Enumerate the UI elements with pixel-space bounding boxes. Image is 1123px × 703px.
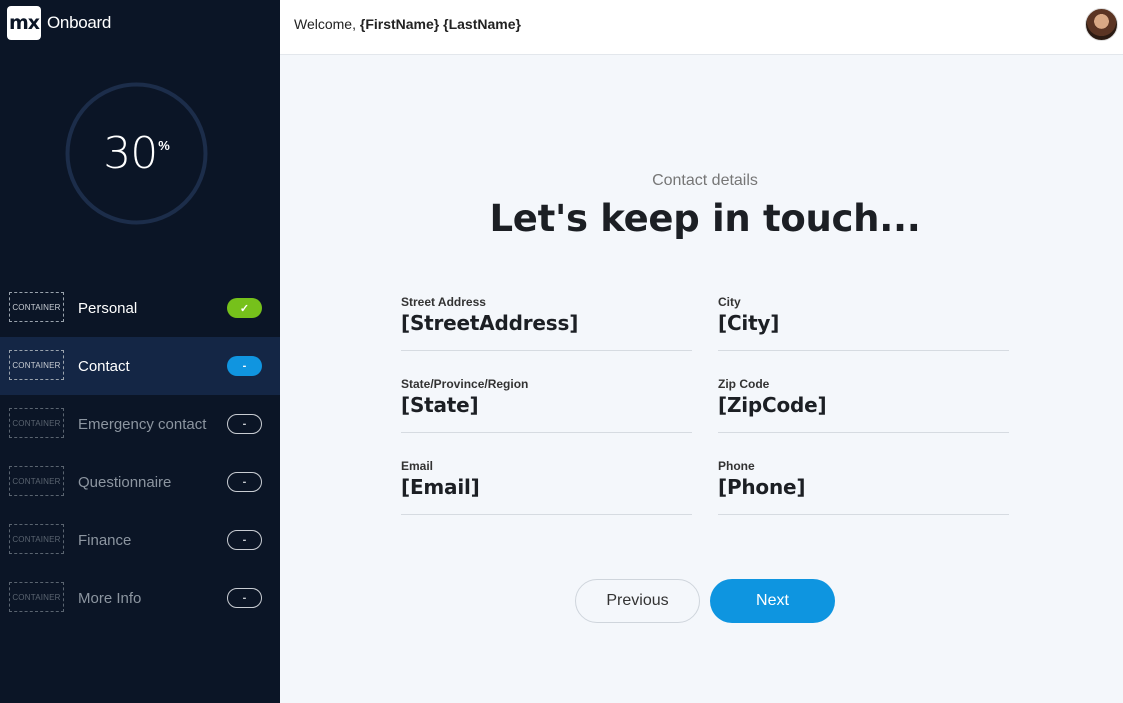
nav-item-label: Emergency contact	[78, 415, 207, 433]
progress-ring: 30 %	[65, 82, 208, 225]
welcome-prefix: Welcome,	[294, 16, 356, 32]
previous-button[interactable]: Previous	[575, 579, 700, 623]
container-placeholder: CONTAINER	[9, 582, 64, 612]
field-label: State/Province/Region	[401, 377, 529, 391]
field-value[interactable]: [StreetAddress]	[401, 311, 578, 335]
nav-item-personal[interactable]: CONTAINER Personal ✓	[0, 279, 280, 337]
progress-value: 30	[103, 128, 158, 179]
sidebar: mx Onboard 30 % CONTAINER Personal ✓ CON…	[0, 0, 280, 703]
avatar[interactable]	[1085, 8, 1118, 41]
section-subtitle: Contact details	[652, 172, 758, 189]
field-value[interactable]: [State]	[401, 393, 479, 417]
field-value[interactable]: [City]	[718, 311, 779, 335]
progress-readout: 30 %	[65, 82, 208, 225]
top-bar: Welcome, {FirstName} {LastName}	[280, 0, 1123, 55]
field-label: Street Address	[401, 295, 486, 309]
check-icon: ✓	[227, 298, 262, 318]
user-name: {FirstName} {LastName}	[359, 16, 521, 32]
field-value[interactable]: [ZipCode]	[718, 393, 827, 417]
status-badge: -	[227, 472, 262, 492]
nav-item-label: Finance	[78, 531, 132, 549]
welcome-message: Welcome, {FirstName} {LastName}	[294, 16, 521, 32]
city-field[interactable]: City [City]	[718, 295, 1009, 351]
nav-item-label: Questionnaire	[78, 473, 172, 491]
nav-item-finance[interactable]: CONTAINER Finance -	[0, 511, 280, 569]
nav-item-questionnaire[interactable]: CONTAINER Questionnaire -	[0, 453, 280, 511]
nav-item-label: More Info	[78, 589, 142, 607]
field-value[interactable]: [Phone]	[718, 475, 806, 499]
step-nav: CONTAINER Personal ✓ CONTAINER Contact -…	[0, 279, 280, 627]
email-field[interactable]: Email [Email]	[401, 459, 692, 515]
status-badge: -	[227, 414, 262, 434]
main-content: Contact details Let's keep in touch... S…	[280, 55, 1123, 703]
page-title: Let's keep in touch...	[489, 197, 921, 240]
nav-item-contact[interactable]: CONTAINER Contact -	[0, 337, 280, 395]
status-badge: -	[227, 530, 262, 550]
street-address-field[interactable]: Street Address [StreetAddress]	[401, 295, 692, 351]
state-field[interactable]: State/Province/Region [State]	[401, 377, 692, 433]
status-badge: -	[227, 356, 262, 376]
brand[interactable]: mx Onboard	[7, 6, 111, 40]
field-value[interactable]: [Email]	[401, 475, 480, 499]
field-label: Email	[401, 459, 434, 473]
field-label: Phone	[718, 459, 755, 473]
container-placeholder: CONTAINER	[9, 292, 64, 322]
field-label: Zip Code	[718, 377, 770, 391]
app-name: Onboard	[47, 13, 112, 32]
container-placeholder: CONTAINER	[9, 524, 64, 554]
status-badge: -	[227, 588, 262, 608]
next-button[interactable]: Next	[710, 579, 835, 623]
container-placeholder: CONTAINER	[9, 350, 64, 380]
field-label: City	[718, 295, 741, 309]
zip-code-field[interactable]: Zip Code [ZipCode]	[718, 377, 1009, 433]
container-placeholder: CONTAINER	[9, 466, 64, 496]
mx-logo-icon: mx	[7, 6, 41, 40]
phone-field[interactable]: Phone [Phone]	[718, 459, 1009, 515]
nav-item-label: Contact	[78, 357, 130, 375]
progress-unit: %	[158, 138, 170, 153]
nav-item-more-info[interactable]: CONTAINER More Info -	[0, 569, 280, 627]
nav-item-emergency-contact[interactable]: CONTAINER Emergency contact -	[0, 395, 280, 453]
nav-item-label: Personal	[78, 299, 138, 317]
container-placeholder: CONTAINER	[9, 408, 64, 438]
